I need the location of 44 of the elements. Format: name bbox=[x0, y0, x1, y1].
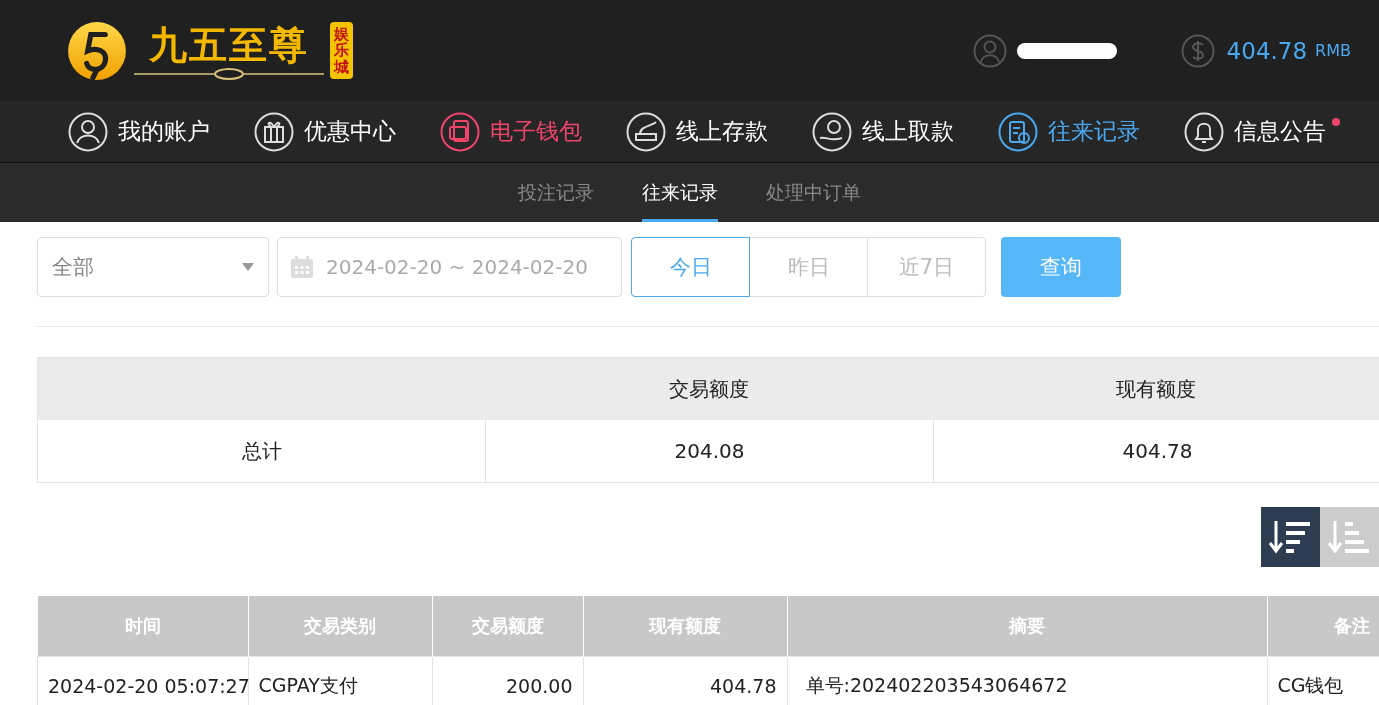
logo-badge: 娱乐城 bbox=[330, 21, 353, 80]
calendar-icon bbox=[290, 255, 314, 279]
user-icon bbox=[972, 33, 1007, 68]
table-cell: 单号:202402203543064672 bbox=[787, 656, 1267, 705]
summary-cell-text: 总计 bbox=[240, 437, 283, 465]
nav-icon bbox=[998, 111, 1038, 152]
quick-date-button[interactable]: 今日 bbox=[631, 237, 750, 297]
ornament-icon bbox=[134, 67, 324, 80]
logo-emblem-icon bbox=[66, 19, 128, 82]
query-button[interactable]: 查询 bbox=[1001, 237, 1121, 297]
summary-header: 交易额度 bbox=[667, 375, 750, 403]
balance-amount: 404.78 bbox=[1226, 37, 1308, 64]
dollar-icon bbox=[1180, 33, 1215, 68]
currency-label: RMB bbox=[1315, 41, 1351, 60]
nav-icon bbox=[254, 111, 294, 152]
caret-icon bbox=[242, 263, 254, 271]
nav-icon bbox=[440, 111, 480, 152]
nav-item[interactable]: 线上存款 bbox=[626, 111, 768, 152]
sub-tab[interactable]: 往来记录 bbox=[642, 163, 718, 222]
nav-icon bbox=[68, 111, 108, 152]
sort-descending-icon bbox=[1268, 519, 1313, 555]
nav-item[interactable]: 电子钱包 bbox=[440, 111, 582, 152]
date-range-field[interactable]: 2024-02-20 ~ 2024-02-20 bbox=[277, 237, 622, 297]
sub-tab[interactable]: 处理中订单 bbox=[766, 163, 861, 222]
nav-item[interactable]: 我的账户 bbox=[68, 111, 210, 152]
nav-icon bbox=[626, 111, 666, 152]
table-cell: CGPAY支付 bbox=[248, 656, 432, 705]
sort-ascending-icon bbox=[1327, 519, 1372, 555]
sort-button[interactable] bbox=[1261, 507, 1320, 567]
sub-tab[interactable]: 投注记录 bbox=[518, 163, 594, 222]
table-cell: 2024-02-20 05:07:27 bbox=[37, 656, 248, 705]
table-cell: 404.78 bbox=[583, 656, 787, 705]
nav-item[interactable]: 优惠中心 bbox=[254, 111, 396, 152]
table-cell: 200.00 bbox=[432, 656, 583, 705]
nav-item[interactable]: 往来记录 bbox=[998, 111, 1140, 152]
nav-icon bbox=[812, 111, 852, 152]
summary-cell: 404.78 bbox=[933, 420, 1379, 482]
logo-name: 九五至尊 bbox=[149, 21, 309, 68]
nav-item[interactable]: 信息公告 bbox=[1184, 111, 1326, 152]
summary-cell: 204.08 bbox=[485, 420, 933, 482]
nav-icon bbox=[1184, 111, 1224, 152]
type-select[interactable]: 全部 bbox=[37, 237, 269, 297]
summary-header: 现有额度 bbox=[1114, 375, 1197, 403]
nav-item[interactable]: 线上取款 bbox=[812, 111, 954, 152]
